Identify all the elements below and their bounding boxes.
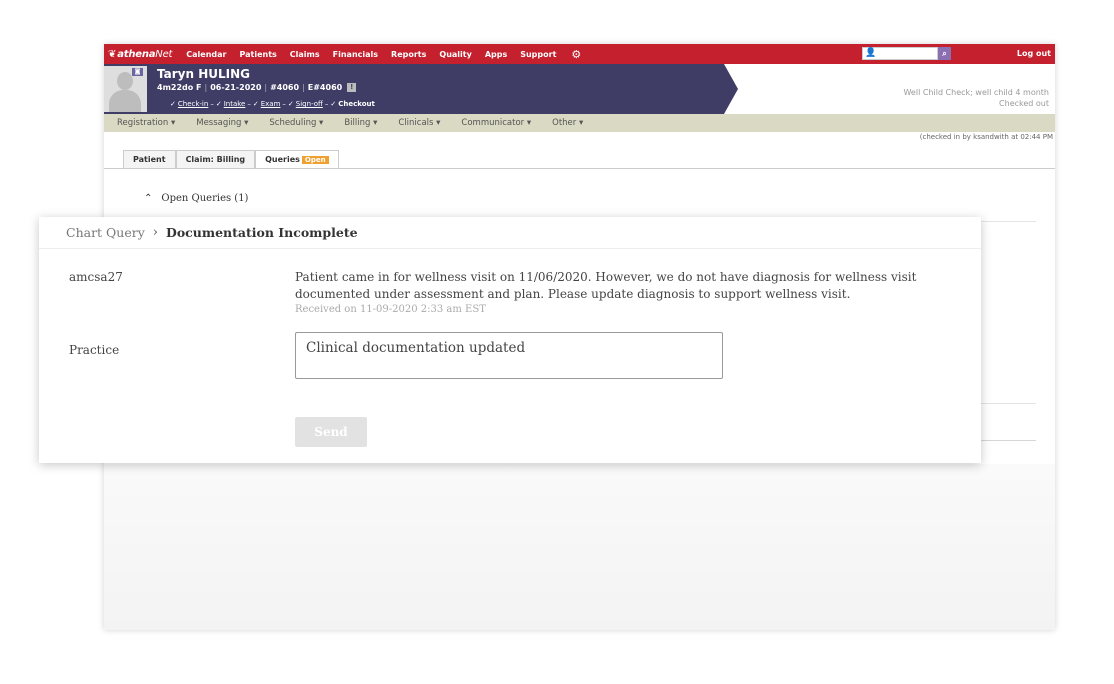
leaf-icon: ❦ <box>108 48 117 60</box>
step-separator: – <box>210 100 214 108</box>
enterprise-id: E#4060 <box>307 83 343 92</box>
menu-messaging[interactable]: Messaging ▾ <box>196 118 248 128</box>
alert-icon[interactable]: ! <box>347 83 357 92</box>
patient-dob: 06-21-2020 <box>210 83 262 92</box>
menu-billing[interactable]: Billing ▾ <box>344 118 377 128</box>
queries-open-badge: Open <box>301 156 329 164</box>
nav-patients[interactable]: Patients <box>239 50 276 59</box>
card-divider <box>39 248 981 249</box>
check-icon: ✓ <box>330 100 337 108</box>
claim-tabs: Patient Claim: Billing Queries Open <box>123 150 339 168</box>
step-checkout[interactable]: Checkout <box>338 100 375 108</box>
menu-clinicals[interactable]: Clinicals ▾ <box>398 118 440 128</box>
chevron-right-icon: › <box>152 225 158 240</box>
nav-financials[interactable]: Financials <box>333 50 378 59</box>
nav-reports[interactable]: Reports <box>391 50 426 59</box>
menu-communicator[interactable]: Communicator ▾ <box>461 118 531 128</box>
response-input[interactable]: Clinical documentation updated <box>295 332 723 379</box>
settings-gear-icon[interactable]: ⚙ <box>571 48 581 61</box>
athenanet-logo[interactable]: ❦ athena Net <box>108 49 172 60</box>
checked-in-note: (checked in by ksandwith at 02:44 PM <box>919 133 1053 141</box>
patient-banner: ◙ Taryn HULING 4m22do F | 06-21-2020 | #… <box>104 64 1055 114</box>
open-queries-toggle[interactable]: ⌃ Open Queries (1) <box>144 193 248 204</box>
nav-claims[interactable]: Claims <box>290 50 320 59</box>
nav-support[interactable]: Support <box>520 50 556 59</box>
patient-age-sex: 4m22do F <box>157 83 202 92</box>
check-icon: ✓ <box>215 100 222 108</box>
encounter-steps: ✓ Check-in – ✓ Intake – ✓ Exam – ✓ Sign-off – ✓ C… <box>170 100 377 108</box>
separator: | <box>302 83 305 92</box>
divider <box>980 403 1036 404</box>
patient-info: 4m22do F | 06-21-2020 | #4060 | E#4060 ! <box>157 83 357 92</box>
brand-net: Net <box>155 48 173 60</box>
module-menu-bar: Registration ▾ Messaging ▾ Scheduling ▾ … <box>104 114 1055 132</box>
nav-apps[interactable]: Apps <box>485 50 507 59</box>
open-queries-label: Open Queries (1) <box>161 193 249 204</box>
step-exam[interactable]: Exam <box>261 100 281 108</box>
step-sign-off[interactable]: Sign-off <box>296 100 323 108</box>
patient-banner-dark: ◙ Taryn HULING 4m22do F | 06-21-2020 | #… <box>104 64 724 114</box>
avatar-head <box>117 72 133 90</box>
step-separator: – <box>247 100 251 108</box>
nav-calendar[interactable]: Calendar <box>186 50 226 59</box>
top-navigation-bar: ❦ athena Net Calendar Patients Claims Fin… <box>104 44 1055 64</box>
avatar-body <box>109 90 141 112</box>
tab-claim-billing[interactable]: Claim: Billing <box>175 150 256 168</box>
person-icon: 👤 <box>865 48 877 58</box>
brand-main: athena <box>117 48 156 60</box>
screen: ❦ athena Net Calendar Patients Claims Fin… <box>0 0 1114 684</box>
visit-type: Well Child Check; well child 4 month <box>903 88 1049 97</box>
query-author: amcsa27 <box>69 270 123 284</box>
search-button[interactable]: ⌕ <box>938 47 951 60</box>
patient-id: #4060 <box>270 83 300 92</box>
patient-avatar[interactable]: ◙ <box>104 66 147 112</box>
menu-other[interactable]: Other ▾ <box>552 118 583 128</box>
step-intake[interactable]: Intake <box>224 100 246 108</box>
patient-search-input[interactable]: 👤 <box>862 47 938 60</box>
step-separator: – <box>282 100 286 108</box>
separator: | <box>264 83 268 92</box>
breadcrumb: Chart Query › Documentation Incomplete <box>66 225 358 240</box>
practice-label: Practice <box>69 343 120 357</box>
step-check-in[interactable]: Check-in <box>178 100 208 108</box>
step-separator: – <box>324 100 329 108</box>
menu-scheduling[interactable]: Scheduling ▾ <box>269 118 323 128</box>
check-icon: ✓ <box>170 100 176 108</box>
chevron-up-icon: ⌃ <box>144 193 153 204</box>
tab-queries-label: Queries <box>265 155 300 164</box>
query-message: Patient came in for wellness visit on 11… <box>295 270 917 301</box>
search-icon: ⌕ <box>942 49 947 58</box>
camera-icon[interactable]: ◙ <box>132 68 143 76</box>
divider <box>980 440 1036 441</box>
tab-patient[interactable]: Patient <box>123 150 176 168</box>
breadcrumb-current: Documentation Incomplete <box>165 225 358 240</box>
check-icon: ✓ <box>252 100 259 108</box>
tabs-divider <box>104 168 1055 169</box>
logout-link[interactable]: Log out <box>1017 49 1051 58</box>
chart-query-card: Chart Query › Documentation Incomplete a… <box>39 217 981 463</box>
patient-name[interactable]: Taryn HULING <box>157 67 250 81</box>
received-timestamp: Received on 11-09-2020 2:33 am EST <box>295 304 486 315</box>
separator: | <box>204 83 208 92</box>
check-icon: ✓ <box>287 100 294 108</box>
menu-registration[interactable]: Registration ▾ <box>117 118 175 128</box>
main-nav: Calendar Patients Claims Financials Repo… <box>186 50 569 59</box>
visit-status: Checked out <box>999 99 1049 108</box>
nav-quality[interactable]: Quality <box>439 50 471 59</box>
patient-banner-arrow <box>724 64 738 114</box>
background-fade <box>104 464 1055 630</box>
breadcrumb-chart-query[interactable]: Chart Query <box>66 225 145 240</box>
send-button[interactable]: Send <box>295 417 367 447</box>
tab-queries[interactable]: Queries Open <box>255 150 339 168</box>
